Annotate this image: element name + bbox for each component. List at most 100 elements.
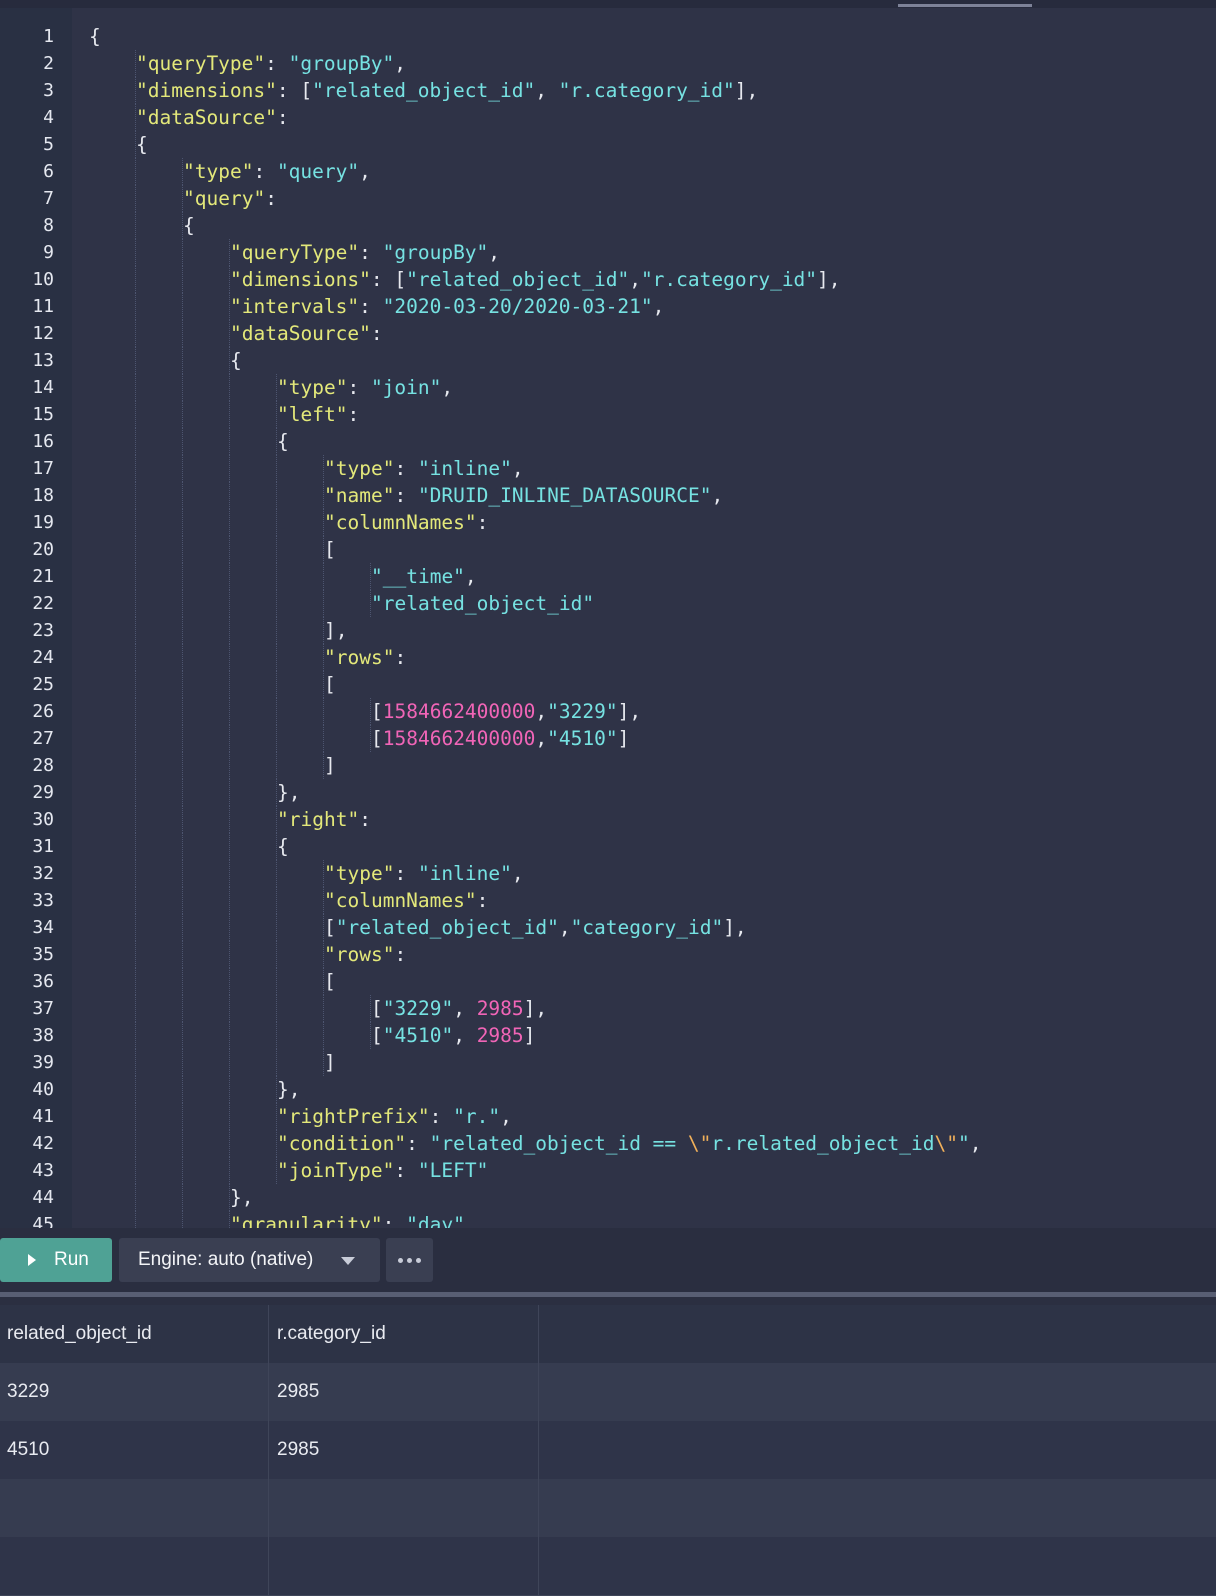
indent-guide: [135, 752, 136, 779]
indent-guide: [135, 374, 136, 401]
line-number: 3: [43, 80, 54, 101]
code-token: :: [476, 889, 489, 912]
indent-guide: [229, 698, 230, 725]
line-number: 15: [32, 404, 54, 425]
line-number: 25: [32, 674, 54, 695]
indent-guide: [135, 509, 136, 536]
code-line: "__time",: [89, 563, 981, 590]
code-line: "queryType": "groupBy",: [89, 239, 981, 266]
query-editor[interactable]: 1 2 3 4 5 6 7 8 9 10 11 12 13 14 15 16 17 18 19 20 21 22 23 24 2…: [0, 8, 1216, 1228]
line-number: 16: [32, 431, 54, 452]
indent-guide: [182, 779, 183, 806]
code-token: [: [324, 538, 336, 561]
indent-guide: [229, 563, 230, 590]
indent-guide: [229, 266, 230, 293]
indent-guide: [135, 968, 136, 995]
code-token: ,: [511, 457, 524, 480]
code-line: },: [89, 1184, 981, 1211]
code-token: :: [347, 403, 360, 426]
table-cell-empty: [268, 1479, 538, 1537]
indent-guide: [323, 590, 324, 617]
indent-guide: [323, 509, 324, 536]
indent-guide: [323, 995, 324, 1022]
indent-guide: [182, 158, 183, 185]
column-header[interactable]: related_object_id: [0, 1305, 268, 1363]
line-number: 39: [32, 1052, 54, 1073]
code-token: "name": [324, 484, 395, 507]
indent-guide: [135, 239, 136, 266]
line-number: 23: [32, 620, 54, 641]
indent-guide: [276, 671, 277, 698]
indent-guide: [323, 1049, 324, 1076]
indent-guide: [182, 563, 183, 590]
indent-guide: [323, 941, 324, 968]
indent-guide: [276, 806, 277, 833]
line-number: 44: [32, 1187, 54, 1208]
code-token: ],: [617, 700, 642, 723]
indent-guide: [135, 860, 136, 887]
code-token: "dataSource": [230, 322, 371, 345]
indent-guide: [276, 401, 277, 428]
code-line: {: [89, 212, 981, 239]
line-number: 14: [32, 377, 54, 398]
indent-guide: [135, 1130, 136, 1157]
line-number: 18: [32, 485, 54, 506]
code-token: \": [934, 1132, 958, 1155]
code-line: "queryType": "groupBy",: [89, 50, 981, 77]
indent-guide: [135, 158, 136, 185]
indent-guide: [229, 428, 230, 455]
indent-guide: [229, 536, 230, 563]
code-token: \": [687, 1132, 712, 1155]
indent-guide: [370, 563, 371, 590]
indent-guide: [229, 239, 230, 266]
code-token: ,: [441, 376, 454, 399]
table-cell[interactable]: 3229: [0, 1363, 268, 1421]
code-line: "type": "join",: [89, 374, 981, 401]
line-number: 29: [32, 782, 54, 803]
indent-guide: [135, 428, 136, 455]
code-line: "joinType": "LEFT": [89, 1157, 981, 1184]
indent-guide: [182, 590, 183, 617]
column-header[interactable]: r.category_id: [268, 1305, 538, 1363]
indent-guide: [135, 401, 136, 428]
code-token: : [: [276, 79, 313, 102]
indent-guide: [135, 185, 136, 212]
indent-guide: [135, 617, 136, 644]
code-token: },: [277, 1078, 301, 1101]
table-cell[interactable]: 2985: [268, 1421, 538, 1479]
line-number: 34: [32, 917, 54, 938]
indent-guide: [182, 266, 183, 293]
line-number: 27: [32, 728, 54, 749]
indent-guide: [182, 887, 183, 914]
indent-guide: [323, 698, 324, 725]
code-token: ],: [723, 916, 747, 939]
code-token: ,: [711, 484, 724, 507]
more-options-button[interactable]: [386, 1238, 433, 1282]
code-area[interactable]: {"queryType": "groupBy", "dimensions": ["…: [89, 23, 981, 1228]
run-button[interactable]: Run: [0, 1238, 112, 1282]
code-token: :: [476, 511, 489, 534]
indent-guide: [182, 374, 183, 401]
indent-guide: [276, 482, 277, 509]
table-cell[interactable]: 2985: [268, 1363, 538, 1421]
indent-guide: [276, 1130, 277, 1157]
indent-guide: [135, 995, 136, 1022]
table-cell[interactable]: 4510: [0, 1421, 268, 1479]
table-row: 3229 2985: [0, 1363, 1216, 1422]
indent-guide: [229, 806, 230, 833]
code-token: [: [324, 916, 336, 939]
indent-guide: [135, 779, 136, 806]
code-token: "rows": [324, 646, 395, 669]
indent-guide: [182, 1022, 183, 1049]
code-line: "dimensions": ["related_object_id", "r.c…: [89, 77, 981, 104]
line-number: 13: [32, 350, 54, 371]
code-token: "columnNames": [324, 889, 477, 912]
line-number: 17: [32, 458, 54, 479]
indent-guide: [135, 536, 136, 563]
engine-select[interactable]: Engine: auto (native): [119, 1238, 380, 1282]
indent-guide: [276, 617, 277, 644]
line-number: 33: [32, 890, 54, 911]
indent-guide: [229, 1103, 230, 1130]
code-token: :: [359, 241, 383, 264]
indent-guide: [182, 536, 183, 563]
